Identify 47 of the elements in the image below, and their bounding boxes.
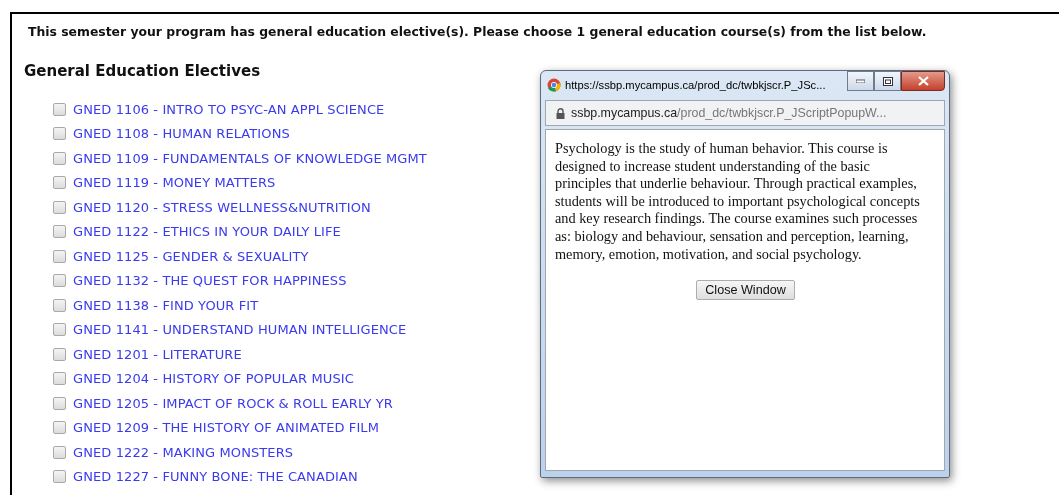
browser-logo-icon bbox=[547, 78, 561, 92]
checkbox[interactable] bbox=[53, 445, 66, 459]
minimize-icon bbox=[856, 79, 865, 83]
checkbox[interactable] bbox=[53, 274, 66, 288]
course-link[interactable]: GNED 1106 - INTRO TO PSYC-AN APPL SCIENCE bbox=[73, 101, 385, 117]
maximize-button[interactable] bbox=[874, 71, 901, 91]
course-description: Psychology is the study of human behavior. This course is designed to increase student understanding of the basic principles that underlie behaviour. Through practical examples, students will be introduced to important psychological concepts and key research findings. The course examines such processes as: biology and behaviour, sensation and perception, learning, memory, emotion, motivation, and social psychology. bbox=[555, 140, 921, 264]
course-link[interactable]: GNED 1204 - HISTORY OF POPULAR MUSIC bbox=[73, 371, 354, 387]
course-link[interactable]: GNED 1141 - UNDERSTAND HUMAN INTELLIGENCE bbox=[73, 322, 407, 338]
close-window-button[interactable]: Close Window bbox=[696, 280, 795, 301]
checkbox[interactable] bbox=[53, 200, 66, 214]
close-icon bbox=[917, 76, 929, 86]
close-button[interactable] bbox=[901, 71, 945, 91]
course-link[interactable]: GNED 1209 - THE HISTORY OF ANIMATED FILM bbox=[73, 420, 380, 436]
checkbox[interactable] bbox=[53, 127, 66, 141]
course-link[interactable]: GNED 1109 - FUNDAMENTALS OF KNOWLEDGE MGMT bbox=[73, 150, 427, 166]
checkbox[interactable] bbox=[53, 249, 66, 263]
course-link[interactable]: GNED 1138 - FIND YOUR FIT bbox=[73, 297, 259, 313]
checkbox[interactable] bbox=[53, 470, 66, 484]
checkbox[interactable] bbox=[53, 421, 66, 435]
course-link[interactable]: GNED 1222 - MAKING MONSTERS bbox=[73, 444, 294, 460]
course-link[interactable]: GNED 1120 - STRESS WELLNESS&NUTRITION bbox=[73, 199, 371, 215]
instruction-text: This semester your program has general education elective(s). Please choose 1 general education course(s) from the list below. bbox=[28, 24, 928, 39]
maximize-icon bbox=[882, 76, 893, 86]
checkbox[interactable] bbox=[53, 102, 66, 116]
url-path: /prod_dc/twbkjscr.P_JScriptPopupW... bbox=[677, 106, 887, 120]
minimize-button[interactable] bbox=[847, 71, 874, 91]
course-link[interactable]: GNED 1132 - THE QUEST FOR HAPPINESS bbox=[73, 273, 347, 289]
course-link[interactable]: GNED 1201 - LITERATURE bbox=[73, 346, 242, 362]
checkbox[interactable] bbox=[53, 151, 66, 165]
url-host: ssbp.mycampus.ca bbox=[571, 106, 678, 120]
checkbox[interactable] bbox=[53, 298, 66, 312]
checkbox[interactable] bbox=[53, 396, 66, 410]
course-link[interactable]: GNED 1125 - GENDER & SEXUALITY bbox=[73, 248, 309, 264]
course-link[interactable]: GNED 1119 - MONEY MATTERS bbox=[73, 175, 276, 191]
window-title: https://ssbp.mycampus.ca/prod_dc/twbkjscr.P_JSc... bbox=[565, 79, 827, 91]
checkbox[interactable] bbox=[53, 372, 66, 386]
checkbox[interactable] bbox=[53, 225, 66, 239]
course-link[interactable]: GNED 1227 - FUNNY BONE: THE CANADIAN bbox=[73, 469, 358, 485]
section-heading: General Education Electives bbox=[24, 62, 262, 80]
course-link[interactable]: GNED 1108 - HUMAN RELATIONS bbox=[73, 126, 290, 142]
course-link[interactable]: GNED 1122 - ETHICS IN YOUR DAILY LIFE bbox=[73, 224, 341, 240]
checkbox[interactable] bbox=[53, 176, 66, 190]
course-link[interactable]: GNED 1205 - IMPACT OF ROCK & ROLL EARLY YR bbox=[73, 395, 393, 411]
lock-icon bbox=[556, 107, 565, 119]
checkbox[interactable] bbox=[53, 347, 66, 361]
checkbox[interactable] bbox=[53, 323, 66, 337]
